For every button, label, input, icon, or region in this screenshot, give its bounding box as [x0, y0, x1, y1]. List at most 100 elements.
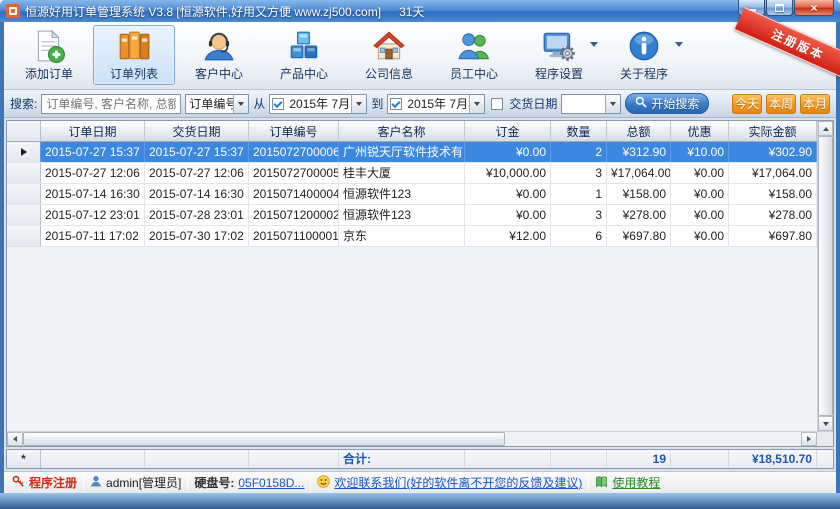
- column-header-actual-amount[interactable]: 实际金额: [729, 121, 817, 141]
- column-header-order-date[interactable]: 订单日期: [41, 121, 145, 141]
- cell-deposit: ¥12.00: [465, 226, 551, 246]
- cell-order-no: 2015071400004: [249, 184, 339, 204]
- column-header-customer[interactable]: 客户名称: [339, 121, 465, 141]
- toolbar-label: 关于程序: [620, 65, 668, 82]
- table-row[interactable]: 2015-07-12 23:01 2015-07-28 23:01 201507…: [7, 205, 817, 226]
- cell-total: ¥312.90: [607, 142, 671, 162]
- table-row[interactable]: 2015-07-27 15:37 2015-07-27 15:37 201507…: [7, 142, 817, 163]
- scroll-up-button[interactable]: [818, 121, 833, 136]
- column-header-discount[interactable]: 优惠: [671, 121, 729, 141]
- from-label: 从: [253, 95, 265, 112]
- cell-delivery-date: 2015-07-30 17:02: [145, 226, 249, 246]
- today-button[interactable]: 今天: [732, 94, 762, 114]
- toolbar-customer-center[interactable]: 客户中心: [178, 25, 260, 85]
- start-search-button[interactable]: 开始搜索: [625, 93, 709, 114]
- horizontal-scroll-track[interactable]: [23, 432, 801, 446]
- maximize-button[interactable]: [766, 0, 793, 16]
- table-row[interactable]: 2015-07-27 12:06 2015-07-27 12:06 201507…: [7, 163, 817, 184]
- employee-center-icon: [457, 29, 491, 63]
- toolbar-label: 订单列表: [110, 65, 158, 82]
- statusbar-divider: [310, 476, 311, 490]
- cell-total: ¥17,064.00: [607, 163, 671, 183]
- cell-actual-amount: ¥697.80: [729, 226, 817, 246]
- from-date-checkbox[interactable]: [272, 98, 284, 110]
- cell-quantity: 3: [551, 163, 607, 183]
- toolbar-label: 程序设置: [535, 65, 583, 82]
- main-toolbar: 添加订单 订单列表 客户中心 产品中心: [4, 22, 836, 90]
- scroll-down-button[interactable]: [818, 416, 833, 431]
- search-input[interactable]: [41, 94, 181, 114]
- statusbar-divider: [588, 476, 589, 490]
- table-row[interactable]: 2015-07-14 16:30 2015-07-14 16:30 201507…: [7, 184, 817, 205]
- delivery-date-select[interactable]: [561, 94, 621, 114]
- dropdown-button: [351, 95, 366, 113]
- vertical-scroll-track[interactable]: [818, 136, 833, 416]
- row-selector: [7, 205, 41, 225]
- toolbar-company-info[interactable]: 公司信息: [348, 25, 430, 85]
- toolbar-order-list[interactable]: 订单列表: [93, 25, 175, 85]
- toolbar-label: 添加订单: [25, 65, 73, 82]
- row-selector: [7, 142, 41, 162]
- grid-empty-area: [7, 247, 817, 431]
- column-header-delivery-date[interactable]: 交货日期: [145, 121, 249, 141]
- scroll-up-icon: [823, 127, 829, 131]
- cell-deposit: ¥10,000.00: [465, 163, 551, 183]
- tutorial-link[interactable]: 使用教程: [612, 474, 660, 491]
- from-date-picker[interactable]: 2015年 7月 1日: [269, 94, 367, 114]
- scroll-right-button[interactable]: [801, 432, 817, 446]
- column-header-total[interactable]: 总额: [607, 121, 671, 141]
- column-header-deposit[interactable]: 订金: [465, 121, 551, 141]
- column-header-order-no[interactable]: 订单编号: [249, 121, 339, 141]
- toolbar-label: 公司信息: [365, 65, 413, 82]
- scroll-left-button[interactable]: [7, 432, 23, 446]
- cell-discount: ¥0.00: [671, 184, 729, 204]
- table-row[interactable]: 2015-07-11 17:02 2015-07-30 17:02 201507…: [7, 226, 817, 247]
- chevron-down-icon: [238, 102, 244, 106]
- this-month-button[interactable]: 本月: [800, 94, 830, 114]
- search-field-select[interactable]: 订单编号: [185, 94, 249, 114]
- toolbar-product-center[interactable]: 产品中心: [263, 25, 345, 85]
- program-register-link[interactable]: 程序注册: [29, 474, 77, 491]
- to-date-picker[interactable]: 2015年 7月31日: [387, 94, 485, 114]
- row-selector: [7, 184, 41, 204]
- vertical-scroll-thumb[interactable]: [818, 136, 833, 416]
- cell-customer: 恒源软件123: [339, 184, 465, 204]
- start-search-label: 开始搜索: [651, 95, 699, 112]
- status-bar: 程序注册 admin[管理员] 硬盘号:05F0158D... 欢迎联系我们(好…: [4, 471, 836, 493]
- to-date-checkbox[interactable]: [390, 98, 402, 110]
- hdd-serial-link[interactable]: 05F0158D...: [238, 476, 304, 490]
- toolbar-employee-center[interactable]: 员工中心: [433, 25, 515, 85]
- cell-delivery-date: 2015-07-27 15:37: [145, 142, 249, 162]
- delivery-date-checkbox[interactable]: [491, 98, 503, 110]
- chevron-down-icon[interactable]: [590, 42, 598, 47]
- cell-order-date: 2015-07-27 15:37: [41, 142, 145, 162]
- cell-customer: 桂丰大厦: [339, 163, 465, 183]
- trial-days-remaining: 31天: [399, 3, 424, 20]
- grid-body: 订单日期 交货日期 订单编号 客户名称 订金 数量 总额 优惠 实际金额 201…: [7, 121, 833, 431]
- contact-us-link[interactable]: 欢迎联系我们(好的软件离不开您的反馈及建议): [334, 474, 582, 491]
- this-week-button[interactable]: 本周: [766, 94, 796, 114]
- dropdown-button: [233, 95, 248, 113]
- smiley-icon: [317, 475, 330, 491]
- toolbar-about[interactable]: 关于程序: [603, 25, 685, 85]
- summary-cell: [249, 450, 339, 468]
- to-date-value: 2015年 7月31日: [404, 95, 469, 112]
- current-row-indicator-icon: [21, 148, 27, 156]
- chevron-down-icon[interactable]: [675, 42, 683, 47]
- vertical-scrollbar[interactable]: [817, 121, 833, 431]
- cell-quantity: 3: [551, 205, 607, 225]
- cell-actual-amount: ¥302.90: [729, 142, 817, 162]
- toolbar-settings[interactable]: 程序设置: [518, 25, 600, 85]
- cell-order-date: 2015-07-14 16:30: [41, 184, 145, 204]
- cell-delivery-date: 2015-07-28 23:01: [145, 205, 249, 225]
- close-button[interactable]: ×: [794, 0, 834, 16]
- horizontal-scrollbar[interactable]: [7, 431, 833, 446]
- toolbar-add-order[interactable]: 添加订单: [8, 25, 90, 85]
- column-header-quantity[interactable]: 数量: [551, 121, 607, 141]
- toolbar-label: 员工中心: [450, 65, 498, 82]
- chevron-down-icon: [356, 102, 362, 106]
- horizontal-scroll-thumb[interactable]: [23, 432, 505, 446]
- cell-actual-amount: ¥278.00: [729, 205, 817, 225]
- cell-total: ¥278.00: [607, 205, 671, 225]
- orders-grid: 订单日期 交货日期 订单编号 客户名称 订金 数量 总额 优惠 实际金额 201…: [6, 120, 834, 447]
